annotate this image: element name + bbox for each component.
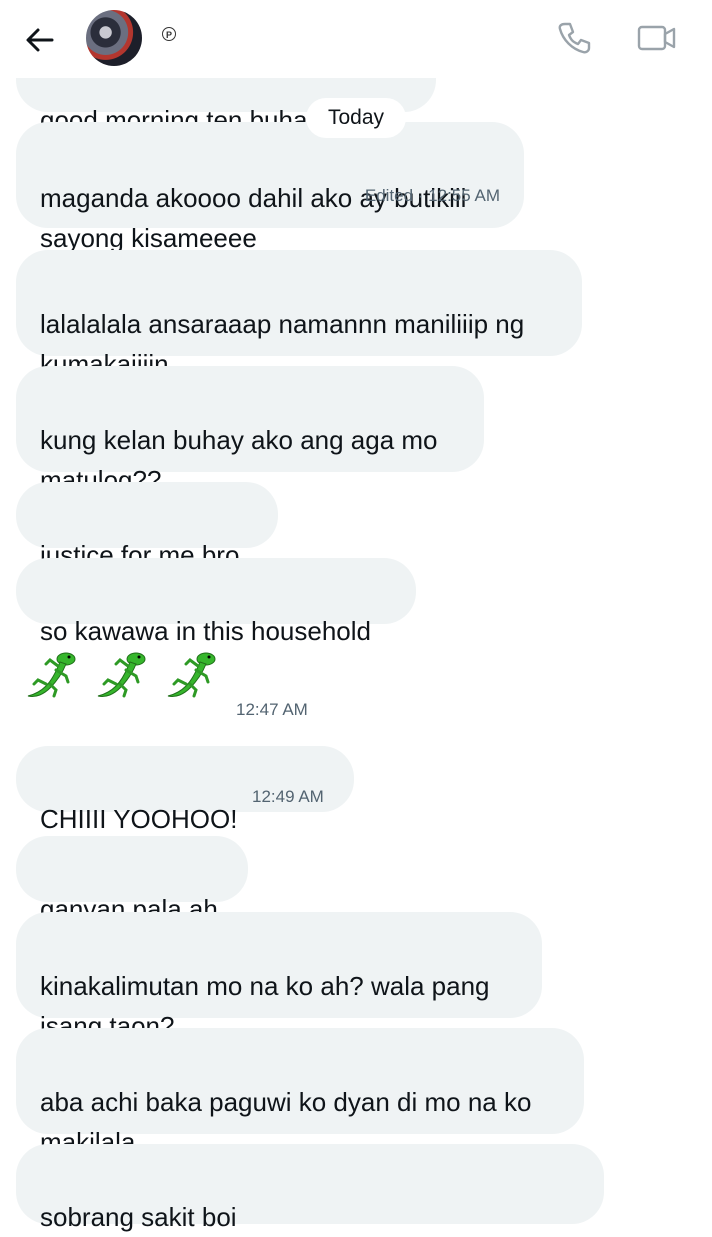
message-bubble[interactable]: lalalalala ansaraaap namannn maniliiip n… <box>16 250 582 379</box>
chat-header: P <box>0 0 712 78</box>
message-time: 12:47 AM <box>236 700 308 719</box>
video-camera-icon[interactable] <box>636 20 678 56</box>
phone-icon[interactable] <box>556 20 592 56</box>
message-text: so kawawa in this household <box>40 616 371 646</box>
message-bubble[interactable]: sobrang sakit boi <box>16 1144 604 1232</box>
message-bubble[interactable]: maganda akoooo dahil ako ay butikiii say… <box>16 122 524 253</box>
gecko-emoji-icon <box>27 652 76 698</box>
message-bubble[interactable]: so kawawa in this household <box>16 558 416 646</box>
message-bubble[interactable]: kinakalimutan mo na ko ah? wala pang isa… <box>16 912 542 1041</box>
message-bubble[interactable]: ganyan pala ah <box>16 836 248 924</box>
verified-badge-icon: P <box>162 27 176 41</box>
message-bubble[interactable]: aba achi baka paguwi ko dyan di mo na ko… <box>16 1028 584 1157</box>
avatar[interactable] <box>86 10 142 66</box>
gecko-emoji-icon <box>97 652 146 698</box>
message-edited-time: Edited · 12:55 AM <box>364 186 500 205</box>
message-text: CHIIII YOOHOO! <box>40 804 238 834</box>
message-bubble[interactable]: justice for me bro <box>16 482 278 570</box>
message-time: 12:49 AM <box>252 787 324 806</box>
back-arrow-icon[interactable] <box>22 22 58 58</box>
message-bubble[interactable]: kung kelan buhay ako ang aga mo matulog?… <box>16 366 484 495</box>
message-text: sobrang sakit boi <box>40 1202 237 1232</box>
emoji-message[interactable] <box>22 646 232 708</box>
gecko-emoji-icon <box>167 652 216 698</box>
date-divider: Today <box>306 98 406 138</box>
message-bubble[interactable]: CHIIII YOOHOO! 12:49 AM <box>16 746 354 834</box>
